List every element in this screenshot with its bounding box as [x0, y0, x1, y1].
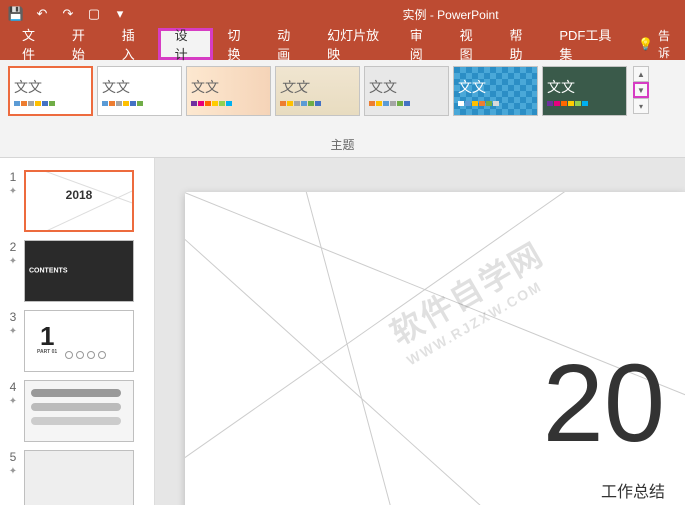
slide-title-text[interactable]: 20: [543, 340, 665, 467]
themes-group-label: 主题: [0, 136, 685, 157]
gallery-more-button[interactable]: ▾: [633, 98, 649, 114]
quick-access-toolbar: 💾 ↶ ↷ ▢ ▾: [4, 2, 132, 26]
tab-pdf-tools[interactable]: PDF工具集: [545, 28, 628, 60]
theme-colors: [458, 101, 533, 106]
ribbon-panel-design: 文文 文文 文文 文文 文文 文文 文文 ▲ ▼ ▾: [0, 60, 685, 158]
slide-preview[interactable]: [24, 450, 134, 505]
tell-me-search[interactable]: 💡 告诉: [628, 28, 685, 60]
theme-colors: [280, 101, 355, 106]
theme-sample-text: 文文: [458, 77, 486, 97]
thumb-year: 2018: [66, 188, 93, 202]
more-icon: ▾: [639, 102, 643, 111]
theme-office[interactable]: 文文: [8, 66, 93, 116]
thumb-part-label: PART 01: [37, 349, 57, 355]
bulb-icon: 💡: [638, 37, 653, 51]
tab-help[interactable]: 帮助: [496, 28, 546, 60]
chevron-down-icon: ▼: [637, 86, 645, 95]
slide-canvas[interactable]: 20 工作总结: [185, 192, 685, 505]
undo-button[interactable]: ↶: [30, 2, 54, 26]
theme-item-5[interactable]: 文文: [364, 66, 449, 116]
theme-item-4[interactable]: 文文: [275, 66, 360, 116]
theme-item-2[interactable]: 文文: [97, 66, 182, 116]
tab-insert[interactable]: 插入: [108, 28, 158, 60]
slide-thumb-5[interactable]: 5 ✦: [0, 446, 154, 505]
slide-editor-area[interactable]: 20 工作总结 软件自学网 WWW.RJZXW.COM: [155, 158, 685, 505]
ribbon-tabs: 文件 开始 插入 设计 切换 动画 幻灯片放映 审阅 视图 帮助 PDF工具集 …: [0, 28, 685, 60]
workspace: 1 ✦ 2018 2 ✦ CONTENTS 3 ✦ 1: [0, 158, 685, 505]
slide-thumb-4[interactable]: 4 ✦: [0, 376, 154, 446]
transition-star-icon: ✦: [9, 326, 17, 337]
transition-star-icon: ✦: [9, 256, 17, 267]
tab-design[interactable]: 设计: [158, 28, 214, 60]
transition-star-icon: ✦: [9, 186, 17, 197]
theme-item-6[interactable]: 文文: [453, 66, 538, 116]
slide-preview[interactable]: [24, 380, 134, 442]
gallery-up-button[interactable]: ▲: [633, 66, 649, 82]
tab-file[interactable]: 文件: [8, 28, 58, 60]
document-title: 实例 - PowerPoint: [403, 6, 499, 23]
theme-colors: [191, 101, 266, 106]
slide-number: 4 ✦: [6, 380, 20, 442]
slide-subtitle-text[interactable]: 工作总结: [601, 478, 665, 502]
theme-colors: [102, 101, 177, 106]
tab-transitions[interactable]: 切换: [213, 28, 263, 60]
slide-preview[interactable]: CONTENTS: [24, 240, 134, 302]
slide-thumbnail-panel[interactable]: 1 ✦ 2018 2 ✦ CONTENTS 3 ✦ 1: [0, 158, 155, 505]
theme-sample-text: 文文: [369, 77, 397, 97]
slide-number: 3 ✦: [6, 310, 20, 372]
themes-gallery: 文文 文文 文文 文文 文文 文文 文文 ▲ ▼ ▾: [0, 60, 685, 122]
slide-number: 1 ✦: [6, 170, 20, 232]
thumb-contents-label: CONTENTS: [29, 268, 68, 275]
redo-button[interactable]: ↷: [56, 2, 80, 26]
qat-more-button[interactable]: ▾: [108, 2, 132, 26]
gallery-down-button[interactable]: ▼: [633, 82, 649, 98]
theme-sample-text: 文文: [14, 77, 42, 97]
tab-slideshow[interactable]: 幻灯片放映: [313, 28, 396, 60]
theme-item-7[interactable]: 文文: [542, 66, 627, 116]
theme-sample-text: 文文: [280, 77, 308, 97]
theme-sample-text: 文文: [547, 77, 575, 97]
tab-view[interactable]: 视图: [446, 28, 496, 60]
title-bar: 💾 ↶ ↷ ▢ ▾ 实例 - PowerPoint: [0, 0, 685, 28]
transition-star-icon: ✦: [9, 396, 17, 407]
theme-sample-text: 文文: [102, 77, 130, 97]
theme-colors: [14, 101, 87, 106]
theme-item-3[interactable]: 文文: [186, 66, 271, 116]
chevron-up-icon: ▲: [637, 70, 645, 79]
tab-review[interactable]: 审阅: [396, 28, 446, 60]
gallery-scroll-controls: ▲ ▼ ▾: [633, 66, 649, 114]
slide-preview[interactable]: 1 PART 01: [24, 310, 134, 372]
slide-thumb-3[interactable]: 3 ✦ 1 PART 01: [0, 306, 154, 376]
tab-animations[interactable]: 动画: [263, 28, 313, 60]
save-button[interactable]: 💾: [4, 2, 28, 26]
slide-preview[interactable]: 2018: [24, 170, 134, 232]
slide-thumb-2[interactable]: 2 ✦ CONTENTS: [0, 236, 154, 306]
slide-number: 2 ✦: [6, 240, 20, 302]
theme-colors: [369, 101, 444, 106]
slide-thumb-1[interactable]: 1 ✦ 2018: [0, 166, 154, 236]
start-from-beginning-button[interactable]: ▢: [82, 2, 106, 26]
slide-number: 5 ✦: [6, 450, 20, 505]
tab-home[interactable]: 开始: [58, 28, 108, 60]
thumb-big-number: 1: [40, 321, 54, 352]
thumb-circles-icon: [65, 351, 106, 359]
theme-sample-text: 文文: [191, 77, 219, 97]
tell-me-label: 告诉: [658, 27, 675, 61]
transition-star-icon: ✦: [9, 466, 17, 477]
theme-colors: [547, 101, 622, 106]
